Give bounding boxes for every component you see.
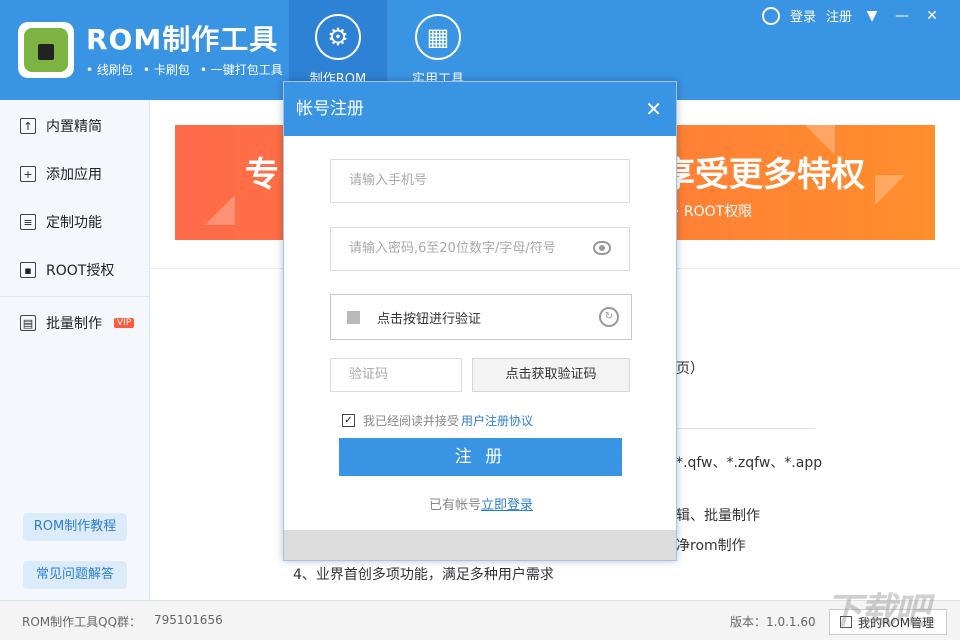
banner-subtext: · ROOT权限 — [675, 204, 753, 220]
vip-badge: VIP — [114, 318, 135, 328]
dialog-header: 帐号注册 ✕ — [284, 82, 676, 136]
sidebar-item-builtin-slim[interactable]: ↑ 内置精简 — [0, 102, 149, 150]
phone-field[interactable]: 请输入手机号 — [330, 159, 630, 203]
sidebar-item-label: 添加应用 — [46, 167, 102, 183]
subtitle-item: 一键打包工具 — [200, 61, 283, 78]
top-right-controls: 登录 注册 ▼ — ✕ — [761, 6, 942, 25]
sidebar: ↑ 内置精简 + 添加应用 ≡ 定制功能 ▪ ROOT授权 ▤ 批量制作 VIP… — [0, 100, 150, 600]
subtitle-item: 线刷包 — [86, 61, 133, 78]
app-subtitles: 线刷包 卡刷包 一键打包工具 — [86, 61, 283, 78]
lock-icon: ▪ — [20, 262, 36, 278]
user-icon — [761, 6, 780, 25]
sidebar-divider — [0, 296, 149, 297]
close-icon[interactable]: ✕ — [922, 8, 942, 24]
sidebar-item-label: 批量制作 — [46, 316, 102, 332]
agree-text: 我已经阅读并接受 — [363, 414, 460, 428]
verification-code-field[interactable]: 验证码 — [330, 358, 462, 392]
eye-icon[interactable] — [593, 241, 611, 255]
register-button[interactable]: 注 册 — [339, 438, 622, 476]
captcha-checkbox[interactable] — [347, 311, 360, 324]
watermark: 下载吧 — [826, 591, 930, 632]
agreement-link[interactable]: 用户注册协议 — [461, 412, 533, 429]
app-title: ROM制作工具 — [86, 23, 279, 56]
captcha-widget[interactable]: 点击按钮进行验证 ↻ — [330, 294, 632, 340]
login-prompt: 已有帐号立即登录 — [284, 494, 678, 513]
dialog-title: 帐号注册 — [296, 99, 364, 119]
sidebar-item-label: ROOT授权 — [46, 263, 115, 279]
subtitle-item: 卡刷包 — [143, 61, 190, 78]
export-icon: ↑ — [20, 118, 36, 134]
have-account-text: 已有帐号 — [428, 498, 481, 513]
batch-icon: ▤ — [20, 315, 36, 331]
plus-box-icon: + — [20, 166, 36, 182]
feature-text: 4、业界首创多项功能，满足多种用户需求 — [293, 567, 554, 583]
minimize-icon[interactable]: — — [892, 8, 912, 24]
feature-divider — [660, 428, 815, 429]
faq-button[interactable]: 常见问题解答 — [23, 561, 127, 589]
grid-icon: ▦ — [415, 14, 461, 60]
feature-text: 辑、批量制作 — [676, 508, 760, 524]
feature-text: 净rom制作 — [676, 538, 746, 554]
dialog-footer — [284, 530, 676, 560]
app-logo — [18, 22, 74, 78]
status-bar: ROM制作工具QQ群： 795101656 版本：1.0.1.60 我的ROM管… — [0, 600, 960, 640]
sidebar-item-label: 定制功能 — [46, 215, 102, 231]
feature-text: *.qfw、*.zqfw、*.app — [676, 455, 823, 471]
qq-group-number: 795101656 — [154, 613, 223, 627]
sidebar-item-custom[interactable]: ≡ 定制功能 — [0, 198, 149, 246]
login-link[interactable]: 登录 — [790, 6, 816, 25]
refresh-icon[interactable]: ↻ — [599, 307, 619, 327]
version-label: 版本：1.0.1.60 — [730, 615, 816, 629]
feature-text: 页） — [676, 361, 704, 377]
sidebar-item-add-app[interactable]: + 添加应用 — [0, 150, 149, 198]
android-icon — [24, 28, 68, 72]
sidebar-item-label: 内置精简 — [46, 119, 102, 135]
qq-group-label: ROM制作工具QQ群： — [22, 615, 142, 629]
agreement-row: ✓ 我已经阅读并接受 用户注册协议 — [342, 412, 533, 429]
register-link[interactable]: 注册 — [826, 6, 852, 25]
captcha-label: 点击按钮进行验证 — [377, 312, 482, 327]
login-now-link[interactable]: 立即登录 — [481, 498, 533, 513]
banner-headline-left: 专 — [245, 155, 279, 195]
close-icon[interactable]: ✕ — [645, 82, 662, 136]
agree-checkbox[interactable]: ✓ — [342, 414, 355, 427]
settings-list-icon: ≡ — [20, 214, 36, 230]
banner-headline-right: 享受更多特权 — [661, 155, 865, 195]
dropdown-icon[interactable]: ▼ — [862, 8, 882, 24]
gear-icon: ⚙ — [315, 14, 361, 60]
password-placeholder: 请输入密码,6至20位数字/字母/符号 — [349, 241, 556, 256]
password-field[interactable]: 请输入密码,6至20位数字/字母/符号 — [330, 227, 630, 271]
get-code-button[interactable]: 点击获取验证码 — [472, 358, 630, 392]
register-dialog: 帐号注册 ✕ 请输入手机号 请输入密码,6至20位数字/字母/符号 点击按钮进行… — [283, 81, 677, 561]
sidebar-item-batch[interactable]: ▤ 批量制作 VIP — [0, 299, 149, 347]
sidebar-item-root[interactable]: ▪ ROOT授权 — [0, 246, 149, 294]
tutorial-button[interactable]: ROM制作教程 — [23, 513, 127, 541]
